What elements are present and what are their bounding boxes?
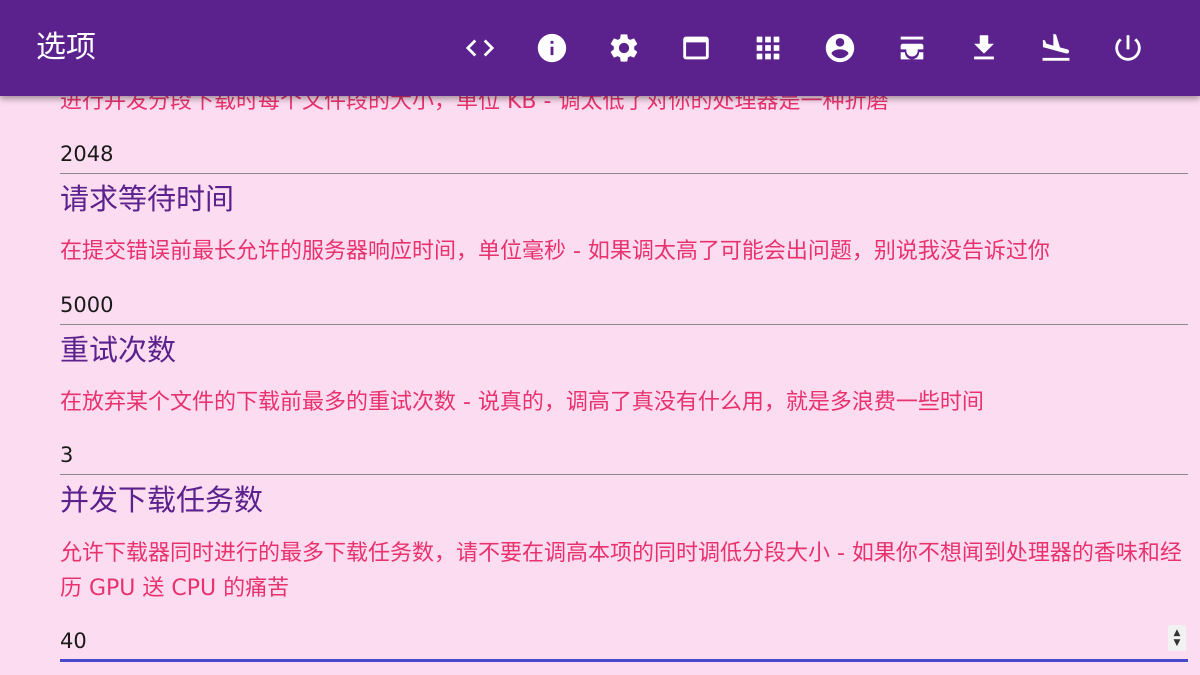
spinner-up-icon[interactable]: ▲ (1174, 628, 1181, 638)
grid-icon[interactable] (751, 31, 785, 65)
settings-list: 进行并发分段下载时每个文件段的大小，单位 KB - 调太低了对你的处理器是一种折… (0, 0, 1200, 675)
inbox-icon[interactable] (895, 31, 929, 65)
account-icon[interactable] (823, 31, 857, 65)
options-page: 进行并发分段下载时每个文件段的大小，单位 KB - 调太低了对你的处理器是一种折… (0, 0, 1200, 675)
setting-title: 并发下载任务数 (60, 483, 264, 517)
concurrent-downloads-input[interactable] (60, 622, 1188, 662)
code-icon[interactable] (463, 31, 497, 65)
setting-description: 允许下载器同时进行的最多下载任务数，请不要在调高本项的同时调低分段大小 - 如果… (60, 541, 1182, 601)
spinner-down-icon[interactable]: ▼ (1174, 638, 1181, 648)
setting-title: 重试次数 (60, 333, 177, 367)
download-icon[interactable] (967, 31, 1001, 65)
gear-icon[interactable] (607, 31, 641, 65)
retry-count-input[interactable] (60, 435, 1188, 475)
setting-description: 在放弃某个文件的下载前最多的重试次数 - 说真的，调高了真没有什么用，就是多浪费… (60, 390, 984, 415)
info-icon[interactable] (535, 31, 569, 65)
power-icon[interactable] (1111, 31, 1145, 65)
window-icon[interactable] (679, 31, 713, 65)
page-title: 选项 (36, 30, 96, 65)
app-bar: 选项 (0, 0, 1200, 96)
airplane-landing-icon[interactable] (1039, 31, 1073, 65)
setting-description: 在提交错误前最长允许的服务器响应时间，单位毫秒 - 如果调太高了可能会出问题，别… (60, 239, 1050, 264)
request-timeout-input[interactable] (60, 285, 1188, 325)
segment-size-input[interactable] (60, 134, 1188, 174)
number-spinner[interactable]: ▲ ▼ (1168, 625, 1186, 651)
setting-title: 请求等待时间 (60, 182, 235, 216)
